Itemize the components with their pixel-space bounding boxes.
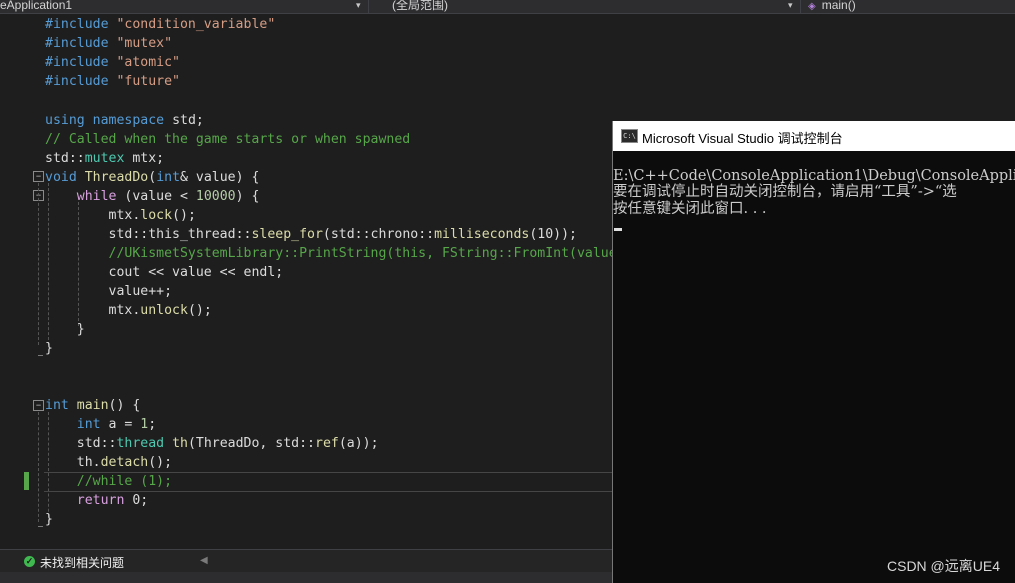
code-line: int a = 1; [76, 417, 157, 432]
code-line: mtx.lock(); [108, 208, 196, 223]
code-line: //UKismetSystemLibrary::PrintString(this… [108, 246, 612, 261]
method-cube-icon: ◈ [808, 1, 816, 12]
indent-guide [38, 183, 39, 345]
code-line: #include "condition_variable" [45, 17, 276, 32]
code-line: #include "atomic" [45, 55, 180, 70]
project-dropdown[interactable]: eApplication1 ▾ [0, 0, 369, 13]
fold-end-marker [38, 355, 43, 356]
code-line: int main() { [45, 398, 141, 413]
collapse-icon[interactable]: − [33, 400, 44, 411]
indent-guide [38, 412, 39, 522]
code-line: } [76, 322, 85, 337]
code-line: mtx.unlock(); [108, 303, 212, 318]
check-circle-icon: ✓ [24, 556, 35, 567]
console-output-line: 按任意键关闭此窗口. . . [613, 201, 767, 217]
chevron-down-icon: ▾ [356, 0, 361, 10]
code-line: cout << value << endl; [108, 265, 284, 280]
code-line: } [45, 512, 53, 527]
scope-dropdown[interactable]: (全局范围) ▾ [372, 0, 801, 13]
navigation-bar: eApplication1 ▾ (全局范围) ▾ ◈ main() [0, 0, 1015, 14]
scroll-left-icon[interactable]: ◀ [200, 555, 208, 566]
console-output-line: E:\C++Code\ConsoleApplication1\Debug\Con… [613, 168, 1015, 184]
console-title: Microsoft Visual Studio 调试控制台 [642, 131, 843, 146]
watermark: CSDN @远离UE4 [887, 558, 1001, 574]
error-status-bar: ✓ 未找到相关问题 ◀ [0, 549, 612, 572]
code-line: value++; [108, 284, 173, 299]
bottom-strip [0, 572, 612, 583]
code-editor[interactable]: − − − #include "condition_variable" #inc… [0, 14, 612, 549]
chevron-down-icon: ▾ [788, 0, 793, 10]
member-dropdown-label: main() [821, 0, 856, 12]
code-line: std::thread th(ThreadDo, std::ref(a)); [76, 436, 379, 451]
fold-end-marker [38, 526, 43, 527]
project-dropdown-label: eApplication1 [0, 0, 73, 12]
code-line: return 0; [76, 493, 149, 508]
code-line: while (value < 10000) { [76, 189, 260, 204]
console-titlebar[interactable]: C:\ Microsoft Visual Studio 调试控制台 [613, 121, 1015, 151]
console-output-line: 要在调试停止时自动关闭控制台，请启用“工具”->“选 [613, 184, 957, 200]
status-text[interactable]: 未找到相关问题 [40, 554, 124, 571]
console-cursor [614, 228, 622, 231]
code-line: // Called when the game starts or when s… [45, 132, 411, 147]
code-line: th.detach(); [76, 455, 173, 470]
code-line: //while (1); [76, 474, 173, 489]
member-dropdown[interactable]: ◈ main() [804, 0, 1015, 13]
change-indicator [24, 472, 29, 490]
scope-dropdown-label: (全局范围) [392, 0, 448, 12]
code-line: void ThreadDo(int& value) { [45, 170, 260, 185]
console-app-icon: C:\ [621, 129, 638, 143]
code-line: std::this_thread::sleep_for(std::chrono:… [108, 227, 577, 242]
code-line: using namespace std; [45, 113, 204, 128]
code-line: } [45, 341, 53, 356]
code-line: std::mutex mtx; [45, 151, 165, 166]
collapse-icon[interactable]: − [33, 171, 44, 182]
code-line: #include "mutex" [45, 36, 173, 51]
debug-console-window[interactable]: C:\ Microsoft Visual Studio 调试控制台 E:\C++… [612, 121, 1015, 583]
code-line: #include "future" [45, 74, 180, 89]
